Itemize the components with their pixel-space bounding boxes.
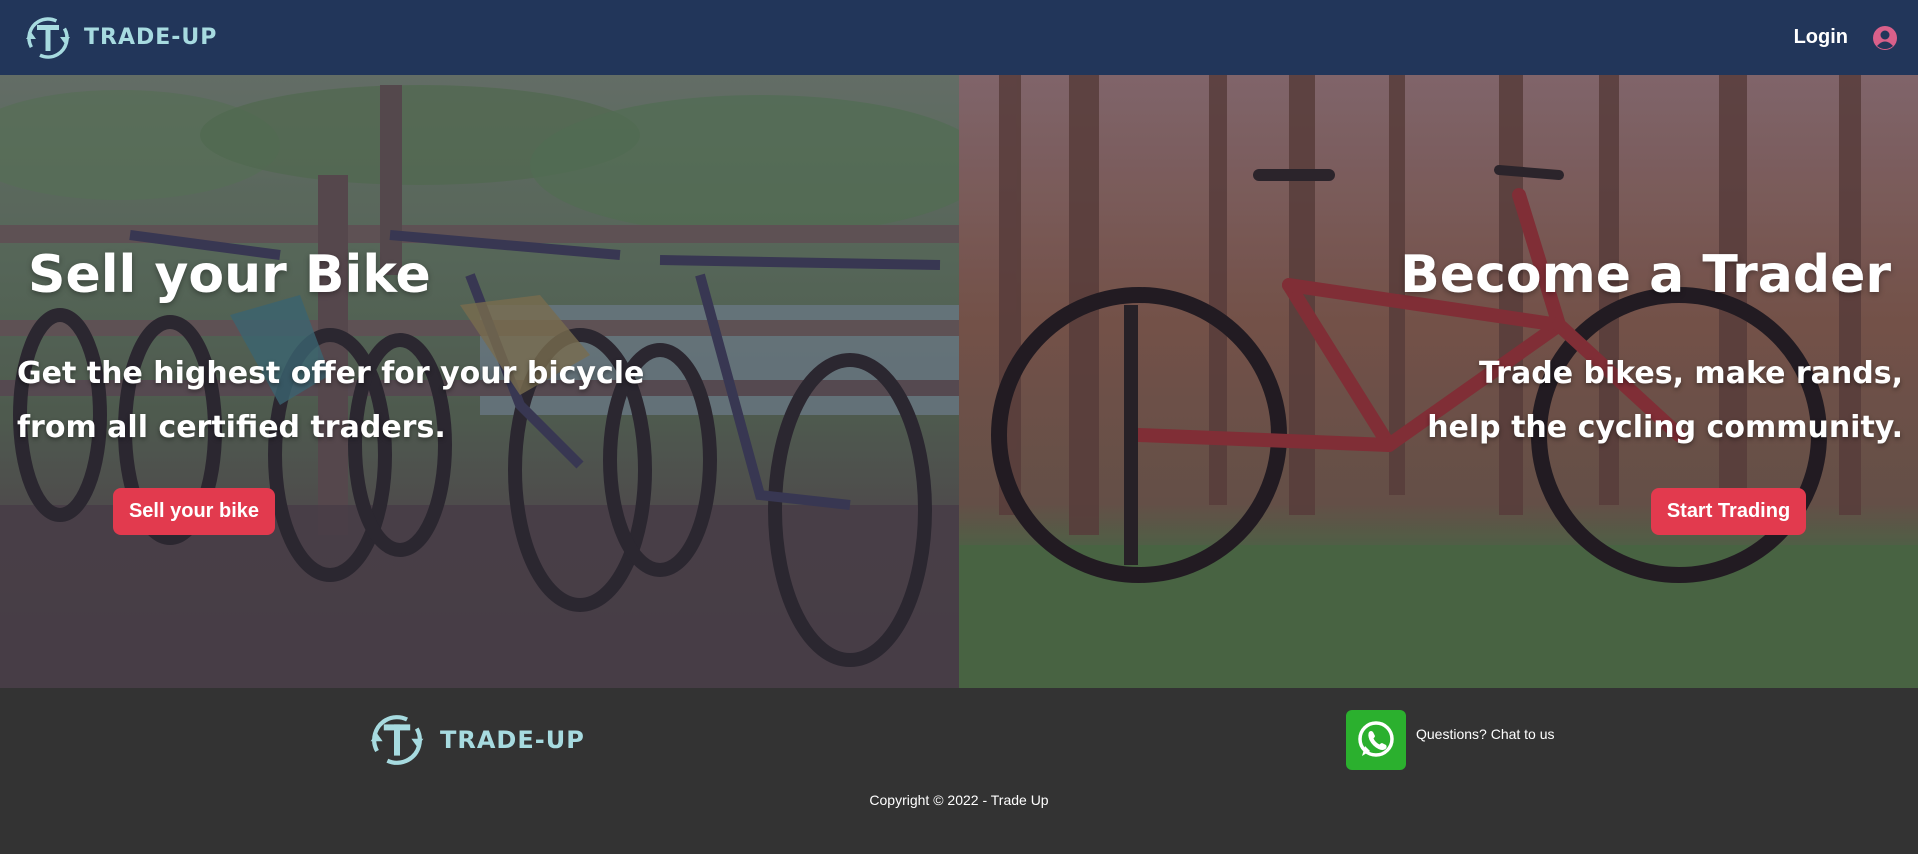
hero-section: Sell your Bike Get the highest offer for… (0, 75, 1918, 688)
whatsapp-button[interactable] (1346, 710, 1406, 770)
sell-title: Sell your Bike (28, 245, 431, 305)
footer-brand-name: TRADE-UP (440, 726, 585, 754)
brand-name: TRADE-UP (84, 25, 218, 50)
sell-subtitle-line: from all certified traders. (17, 410, 446, 445)
copyright-text: Copyright © 2022 - Trade Up (869, 792, 1049, 808)
header-logo[interactable]: TRADE-UP (20, 13, 217, 63)
trader-title: Become a Trader (1400, 245, 1891, 305)
chat-label: Questions? Chat to us (1416, 726, 1555, 742)
sell-panel: Sell your Bike Get the highest offer for… (0, 75, 959, 688)
sell-subtitle: Get the highest offer for your bicycle f… (17, 347, 697, 455)
site-header: TRADE-UP Login (0, 0, 1918, 75)
trader-subtitle: Trade bikes, make rands, help the cyclin… (1303, 347, 1903, 455)
site-footer: TRADE-UP Questions? Chat to us Copyright… (0, 688, 1918, 854)
header-actions: Login (1794, 25, 1898, 51)
login-link[interactable]: Login (1794, 26, 1848, 49)
trader-subtitle-line: help the cycling community. (1427, 410, 1903, 445)
sell-bike-button[interactable]: Sell your bike (113, 488, 275, 535)
sell-subtitle-line: Get the highest offer for your bicycle (17, 356, 645, 391)
trade-up-logo-icon (26, 16, 70, 59)
trader-panel: Become a Trader Trade bikes, make rands,… (959, 75, 1918, 688)
whatsapp-icon (1358, 721, 1394, 757)
whatsapp-chat-link[interactable]: Questions? Chat to us (1346, 710, 1555, 770)
user-circle-icon[interactable] (1872, 25, 1898, 51)
footer-logo[interactable]: TRADE-UP (362, 710, 585, 770)
trader-subtitle-line: Trade bikes, make rands, (1479, 356, 1903, 391)
trade-up-logo-icon (370, 715, 424, 765)
start-trading-button[interactable]: Start Trading (1651, 488, 1806, 535)
